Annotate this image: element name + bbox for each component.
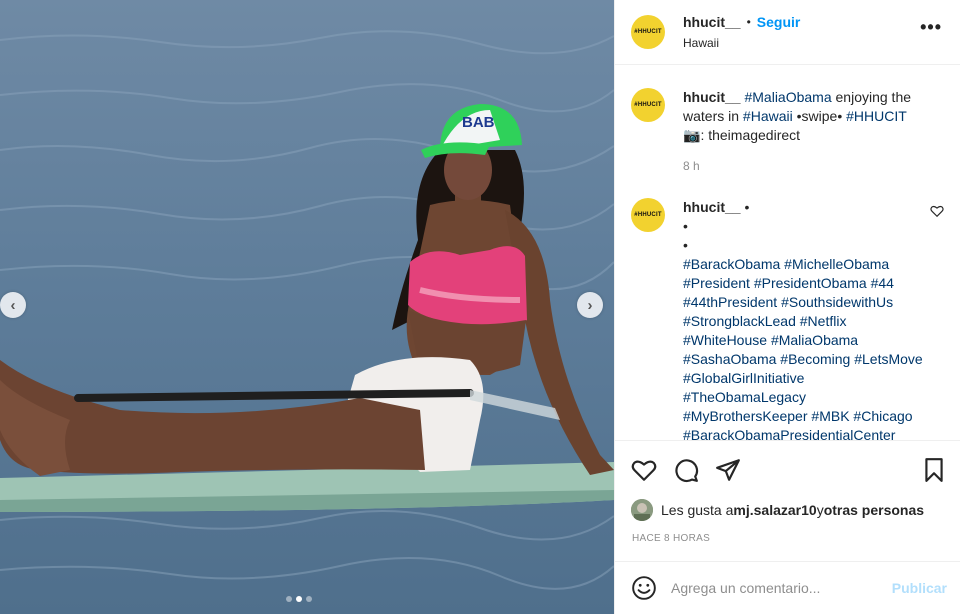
post-header: #HHUCIT hhucit__ • Seguir Hawaii ••• xyxy=(615,0,960,65)
hashtag-link[interactable]: #Netflix xyxy=(800,313,847,329)
instagram-post: BAB ‹ › #HHUCIT hhucit__ • Seguir Hawaii… xyxy=(0,0,960,614)
hashtag-link[interactable]: #GlobalGirlInitiative xyxy=(683,370,804,386)
caption-username[interactable]: hhucit__ xyxy=(683,89,741,105)
hashtag-block: #BarackObama #MichelleObama #President #… xyxy=(683,256,923,440)
photo-credit: : theimagedirect xyxy=(700,127,801,143)
hashtag-link[interactable]: #SouthsidewithUs xyxy=(781,294,893,310)
comment-body: hhucit__ • • • #BarackObama #MichelleOba… xyxy=(683,198,923,440)
next-photo-button[interactable]: › xyxy=(577,292,603,318)
header-text: hhucit__ • Seguir Hawaii xyxy=(683,14,800,50)
author-username[interactable]: hhucit__ xyxy=(683,14,741,30)
hashtag-link[interactable]: #StrongblackLead xyxy=(683,313,796,329)
liker-username[interactable]: mj.salazar10 xyxy=(733,502,816,518)
hashtag-link[interactable]: #44thPresident xyxy=(683,294,777,310)
hashtag-link[interactable]: #MaliaObama xyxy=(744,89,831,105)
hashtag-link[interactable]: #LetsMove xyxy=(854,351,922,367)
hashtag-link[interactable]: #BarackObamaPresidentialCenter xyxy=(683,427,895,440)
likes-conjunction: y xyxy=(816,502,824,518)
previous-photo-button[interactable]: ‹ xyxy=(0,292,26,318)
avatar-logo-text: #HHUCIT xyxy=(633,99,663,111)
hashtag-link[interactable]: #SashaObama xyxy=(683,351,776,367)
carousel-dot xyxy=(296,596,302,602)
caption-timestamp[interactable]: 8 h xyxy=(683,157,923,176)
hashtag-link[interactable]: #Becoming xyxy=(780,351,850,367)
hashtag-link[interactable]: #44 xyxy=(871,275,894,291)
smile-icon[interactable] xyxy=(631,575,657,601)
hashtag-link[interactable]: #Hawaii xyxy=(743,108,793,124)
likes-others-link[interactable]: otras personas xyxy=(824,502,924,518)
hashtag-link[interactable]: #Chicago xyxy=(853,408,912,424)
post-time-ago[interactable]: HACE 8 HORAS xyxy=(632,533,710,544)
post-side-panel: #HHUCIT hhucit__ • Seguir Hawaii ••• #HH… xyxy=(614,0,960,614)
chevron-left-icon: ‹ xyxy=(10,296,16,314)
bullet-text: • xyxy=(683,237,688,253)
more-options-icon[interactable]: ••• xyxy=(920,18,942,36)
comment-input[interactable] xyxy=(671,580,871,596)
follow-button[interactable]: Seguir xyxy=(757,14,801,30)
post-location[interactable]: Hawaii xyxy=(683,36,800,50)
hashtag-link[interactable]: #TheObamaLegacy xyxy=(683,389,806,405)
likes-prefix: Les gusta a xyxy=(661,502,734,518)
hashtag-link[interactable]: #President xyxy=(683,275,750,291)
save-bookmark-icon[interactable] xyxy=(921,457,947,483)
carousel-dot xyxy=(306,596,312,602)
chevron-right-icon: › xyxy=(587,296,593,314)
hashtag-link[interactable]: #MBK xyxy=(811,408,849,424)
caption-comment: #HHUCIT hhucit__ #MaliaObama enjoying th… xyxy=(631,88,944,176)
action-bar xyxy=(615,440,960,500)
cap-logo-text: BAB xyxy=(462,114,495,131)
liker-avatar[interactable] xyxy=(631,499,653,521)
hashtag-link[interactable]: #PresidentObama xyxy=(754,275,867,291)
comment-bubble-icon[interactable] xyxy=(673,457,699,483)
comment-separator: • xyxy=(740,199,750,215)
hashtag-link[interactable]: #MichelleObama xyxy=(784,256,889,272)
comments-list[interactable]: #HHUCIT hhucit__ #MaliaObama enjoying th… xyxy=(615,65,960,440)
post-photo[interactable]: BAB ‹ › xyxy=(0,0,614,614)
camera-icon: 📷 xyxy=(683,127,701,143)
author-avatar[interactable]: #HHUCIT xyxy=(631,15,665,49)
hashtag-comment: #HHUCIT hhucit__ • • • #BarackObama #Mic… xyxy=(631,198,944,440)
comment-avatar[interactable]: #HHUCIT xyxy=(631,198,665,232)
like-comment-heart-icon[interactable] xyxy=(930,204,944,218)
hashtag-link[interactable]: #HHUCIT xyxy=(846,108,907,124)
bullet-text: • xyxy=(683,218,688,234)
avatar-logo-text: #HHUCIT xyxy=(633,209,663,221)
caption-body: hhucit__ #MaliaObama enjoying the waters… xyxy=(683,88,923,176)
hashtag-link[interactable]: #MaliaObama xyxy=(771,332,858,348)
photo-scene: BAB xyxy=(0,0,614,614)
hashtag-link[interactable]: #MyBrothersKeeper xyxy=(683,408,808,424)
liker-avatar-image xyxy=(631,499,653,521)
carousel-indicator xyxy=(286,596,312,602)
comment-username[interactable]: hhucit__ xyxy=(683,199,741,215)
caption-avatar[interactable]: #HHUCIT xyxy=(631,88,665,122)
header-user-row: hhucit__ • Seguir xyxy=(683,14,800,30)
publish-button[interactable]: Publicar xyxy=(892,580,947,596)
avatar-logo-text: #HHUCIT xyxy=(633,26,663,38)
caption-text: •swipe• xyxy=(792,108,847,124)
carousel-dot xyxy=(286,596,292,602)
likes-summary[interactable]: Les gusta a mj.salazar10 y otras persona… xyxy=(631,499,924,521)
add-comment-bar: Publicar xyxy=(615,561,960,614)
hashtag-link[interactable]: #BarackObama xyxy=(683,256,780,272)
share-send-icon[interactable] xyxy=(715,457,741,483)
header-separator: • xyxy=(746,15,751,29)
like-heart-icon[interactable] xyxy=(631,457,657,483)
hashtag-link[interactable]: #WhiteHouse xyxy=(683,332,767,348)
